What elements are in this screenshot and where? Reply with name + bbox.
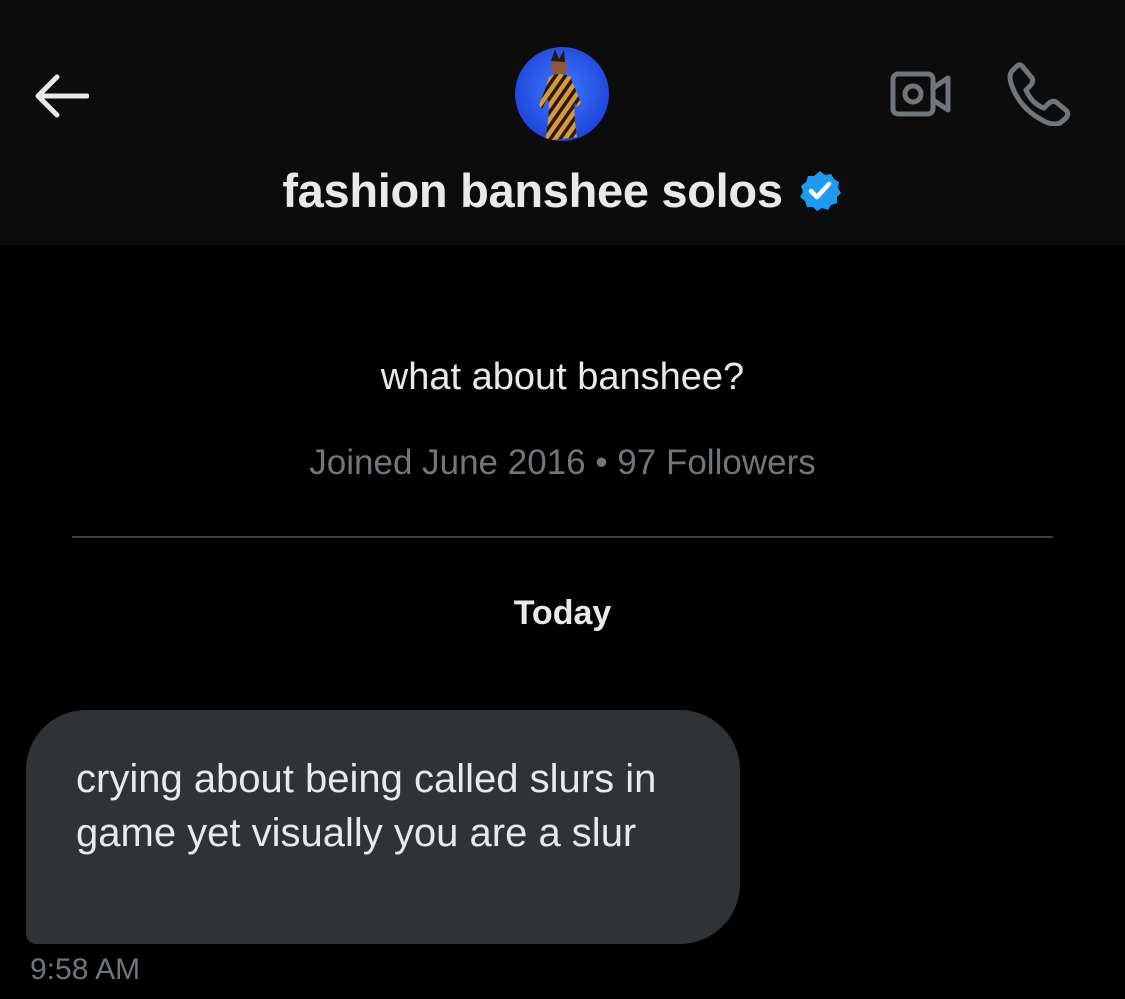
date-separator: Today (513, 594, 612, 632)
message-timestamp: 9:58 AM (30, 953, 141, 986)
avatar[interactable] (512, 44, 612, 144)
divider (72, 536, 1053, 538)
profile-meta: Joined June 2016 • 97 Followers (309, 443, 816, 482)
dm-conversation-screen: fashion banshee solos what about banshee… (0, 0, 1125, 999)
phone-icon (1007, 62, 1071, 126)
video-camera-icon (890, 71, 951, 117)
avatar-image (515, 47, 609, 141)
voice-call-button[interactable] (1002, 60, 1076, 128)
back-button[interactable] (30, 70, 92, 122)
display-name: fashion banshee solos (282, 164, 783, 217)
message-bubble[interactable]: crying about being called slurs in game … (26, 710, 740, 944)
conversation-title[interactable]: fashion banshee solos (0, 163, 1125, 218)
conversation-header: fashion banshee solos (0, 0, 1125, 245)
video-call-button[interactable] (886, 66, 956, 122)
profile-bio: what about banshee? (380, 356, 745, 398)
verified-badge-icon (797, 168, 843, 214)
arrow-left-icon (35, 74, 89, 118)
